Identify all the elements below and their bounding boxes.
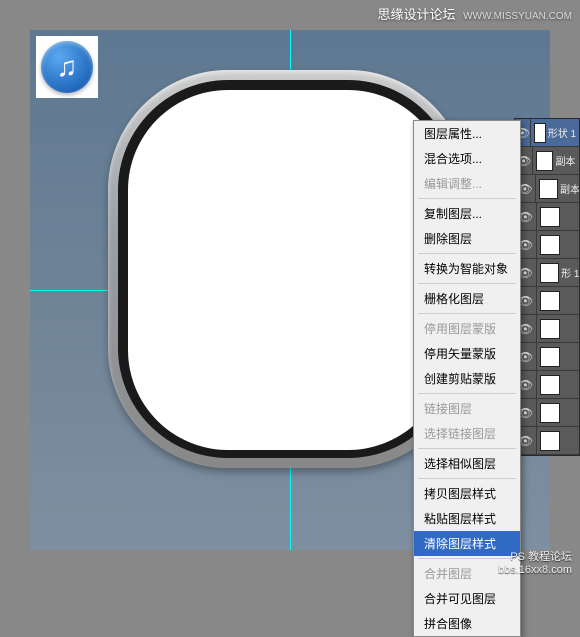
layer-label: 形 1 [561,265,579,280]
menu-item: 链接图层 [414,396,520,421]
menu-item[interactable]: 混合选项 [414,146,520,171]
layer-thumbnail[interactable] [540,375,560,395]
menu-item[interactable]: 复制图层 [414,201,520,226]
menu-item[interactable]: 创建剪贴蒙版 [414,366,520,391]
layer-row[interactable]: 👁形状 1 副本 3 [515,119,579,147]
layer-thumbnail[interactable] [536,151,553,171]
menu-separator [418,283,516,284]
layer-row[interactable]: 👁 [515,315,579,343]
reference-icon-box: ♫ [36,36,98,98]
watermark-bottom: PS 教程论坛 bbs.16xx8.com [498,548,572,576]
layer-row[interactable]: 👁副本 2 [515,147,579,175]
music-icon: ♫ [41,41,93,93]
menu-item[interactable]: 删除图层 [414,226,520,251]
menu-item[interactable]: 图层属性 [414,121,520,146]
menu-separator [418,393,516,394]
layer-thumbnail[interactable] [540,431,560,451]
menu-separator [418,253,516,254]
layer-label: 副本 [560,181,579,196]
menu-separator [418,448,516,449]
layer-label: 副本 2 [555,153,579,168]
menu-item[interactable]: 栅格化图层 [414,286,520,311]
watermark-top: 思缘设计论坛 WWW.MISSYUAN.COM [377,4,572,23]
layer-row[interactable]: 👁 [515,287,579,315]
layers-panel[interactable]: 👁形状 1 副本 3👁副本 2👁副本👁👁👁形 1👁👁👁👁👁👁 [514,118,580,456]
layer-row[interactable]: 👁副本 [515,175,579,203]
layer-row[interactable]: 👁 [515,231,579,259]
layer-row[interactable]: 👁 [515,427,579,455]
layer-thumbnail[interactable] [540,207,560,227]
shape-fill-white [128,90,448,450]
menu-separator [418,478,516,479]
menu-item[interactable]: 停用矢量蒙版 [414,341,520,366]
menu-item: 编辑调整 [414,171,520,196]
layer-thumbnail[interactable] [534,123,545,143]
menu-item[interactable]: 转换为智能对象 [414,256,520,281]
layer-row[interactable]: 👁 [515,399,579,427]
layer-thumbnail[interactable] [540,291,560,311]
menu-separator [418,198,516,199]
layer-thumbnail[interactable] [539,179,558,199]
menu-item: 停用图层蒙版 [414,316,520,341]
layer-label: 形状 1 副本 3 [548,125,579,140]
layer-row[interactable]: 👁形 1 [515,259,579,287]
layer-row[interactable]: 👁 [515,203,579,231]
menu-item[interactable]: 选择相似图层 [414,451,520,476]
layer-thumbnail[interactable] [540,263,560,283]
layer-row[interactable]: 👁 [515,371,579,399]
layer-thumbnail[interactable] [540,235,560,255]
music-note-icon: ♫ [57,51,78,83]
menu-item[interactable]: 粘贴图层样式 [414,506,520,531]
layer-row[interactable]: 👁 [515,343,579,371]
menu-item[interactable]: 拷贝图层样式 [414,481,520,506]
menu-item[interactable]: 拼合图像 [414,611,520,636]
layer-thumbnail[interactable] [540,319,560,339]
menu-item: 选择链接图层 [414,421,520,446]
menu-item[interactable]: 合并可见图层 [414,586,520,611]
shape-ring-dark [118,80,458,458]
layer-thumbnail[interactable] [540,347,560,367]
menu-separator [418,313,516,314]
layer-thumbnail[interactable] [540,403,560,423]
